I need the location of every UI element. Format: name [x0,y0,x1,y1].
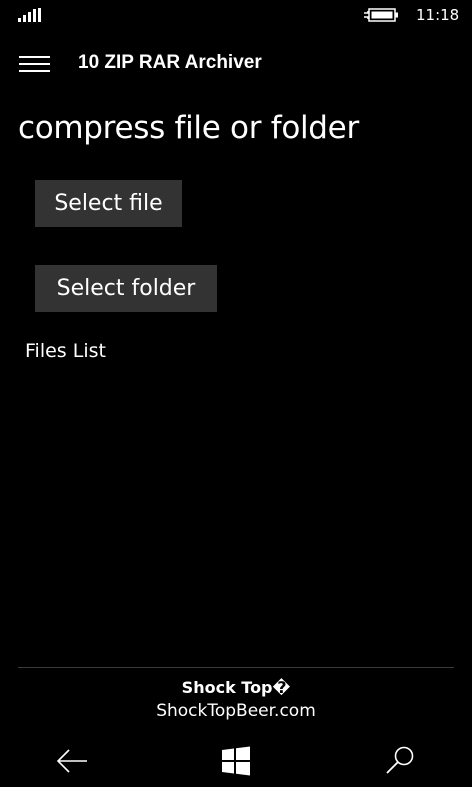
select-file-button[interactable]: Select file [35,180,182,227]
navigation-bar [0,735,472,787]
select-folder-button[interactable]: Select folder [35,265,217,312]
ad-title: Shock Top� [181,678,291,697]
ad-url: ShockTopBeer.com [156,701,316,721]
page-title: compress file or folder [18,110,359,146]
app-header: 10 ZIP RAR Archiver [0,44,472,84]
app-title: 10 ZIP RAR Archiver [78,52,262,73]
ad-divider [18,667,454,668]
status-bar: 11:18 [0,0,472,32]
search-icon[interactable] [383,745,417,777]
clock: 11:18 [416,6,460,24]
windows-start-icon[interactable] [219,745,253,777]
battery-charging-icon [364,8,398,22]
hamburger-menu-icon[interactable] [19,54,51,74]
files-list-label: Files List [25,340,106,362]
back-arrow-icon[interactable] [55,745,89,777]
ad-banner[interactable]: Shock Top� ShockTopBeer.com [0,676,472,722]
signal-strength-icon [18,8,41,22]
